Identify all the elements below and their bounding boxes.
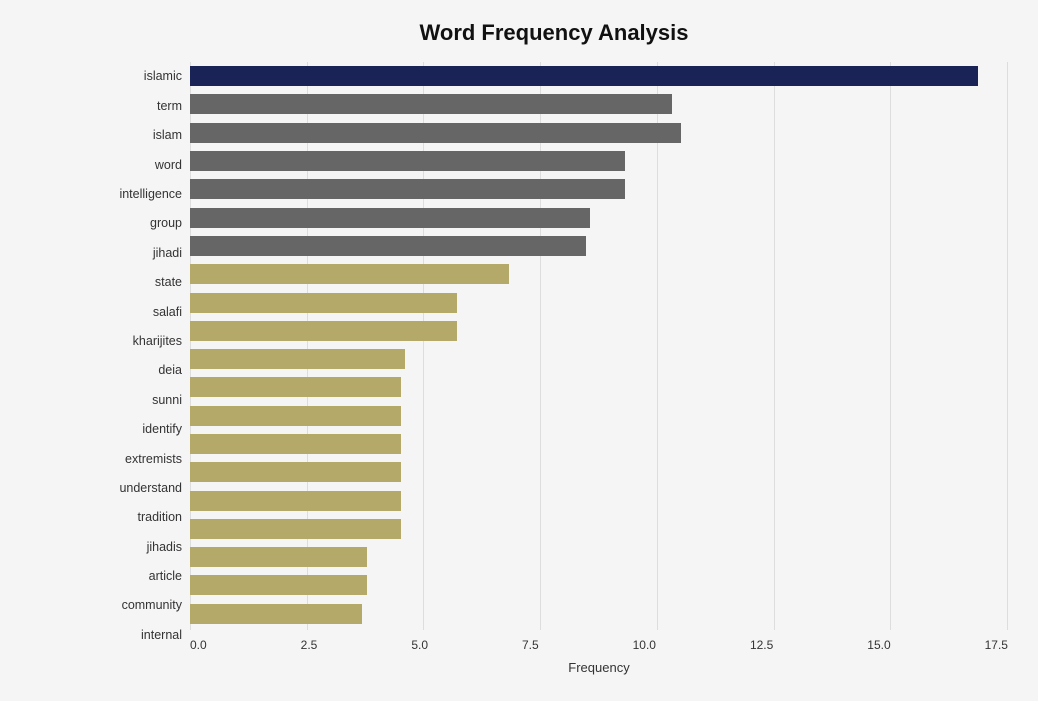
bar-row	[190, 232, 1008, 260]
chart-container: Word Frequency Analysis islamictermislam…	[0, 0, 1038, 701]
bar	[190, 575, 367, 595]
x-tick: 15.0	[867, 638, 890, 652]
y-label: term	[100, 100, 190, 113]
bar-row	[190, 345, 1008, 373]
bar-row	[190, 430, 1008, 458]
bar-row	[190, 90, 1008, 118]
bar	[190, 236, 586, 256]
y-label: state	[100, 276, 190, 289]
bar-row	[190, 62, 1008, 90]
y-label: salafi	[100, 306, 190, 319]
bar-row	[190, 571, 1008, 599]
bar	[190, 264, 509, 284]
bar-row	[190, 458, 1008, 486]
bar	[190, 604, 362, 624]
bar	[190, 293, 457, 313]
x-tick: 2.5	[301, 638, 318, 652]
bar-row	[190, 486, 1008, 514]
bar-row	[190, 402, 1008, 430]
bar	[190, 179, 625, 199]
x-axis-ticks: 0.0 2.5 5.0 7.5 10.0 12.5 15.0 17.5	[190, 632, 1008, 652]
y-label: tradition	[100, 511, 190, 524]
bar-row	[190, 373, 1008, 401]
y-label: islamic	[100, 70, 190, 83]
bar	[190, 406, 401, 426]
bar	[190, 434, 401, 454]
x-tick: 7.5	[522, 638, 539, 652]
bar-row	[190, 203, 1008, 231]
bar	[190, 66, 978, 86]
bar-row	[190, 119, 1008, 147]
bar-row	[190, 288, 1008, 316]
y-label: community	[100, 599, 190, 612]
bars-area: 0.0 2.5 5.0 7.5 10.0 12.5 15.0 17.5	[190, 62, 1008, 652]
bar	[190, 491, 401, 511]
bars-wrapper	[190, 62, 1008, 632]
bar-row	[190, 600, 1008, 628]
bar-row	[190, 543, 1008, 571]
bar	[190, 123, 681, 143]
x-tick: 10.0	[633, 638, 656, 652]
x-tick: 12.5	[750, 638, 773, 652]
y-axis-labels: islamic term islam word intelligence group jih…	[100, 62, 190, 652]
x-tick: 17.5	[985, 638, 1008, 652]
y-label: jihadis	[100, 541, 190, 554]
bar	[190, 462, 401, 482]
x-tick: 0.0	[190, 638, 207, 652]
y-label: word	[100, 159, 190, 172]
bar	[190, 519, 401, 539]
bar	[190, 349, 405, 369]
chart-title: Word Frequency Analysis	[100, 20, 1008, 46]
y-label: internal	[100, 629, 190, 642]
y-label: deia	[100, 364, 190, 377]
bar-row	[190, 515, 1008, 543]
y-label: sunni	[100, 394, 190, 407]
y-label: article	[100, 570, 190, 583]
bar	[190, 321, 457, 341]
y-label: islam	[100, 129, 190, 142]
bar	[190, 208, 590, 228]
y-label: understand	[100, 482, 190, 495]
bar	[190, 377, 401, 397]
y-label: identify	[100, 423, 190, 436]
y-label: jihadi	[100, 247, 190, 260]
bar	[190, 94, 672, 114]
y-label: group	[100, 217, 190, 230]
y-label: intelligence	[100, 188, 190, 201]
bar	[190, 151, 625, 171]
y-label: kharijites	[100, 335, 190, 348]
bar-row	[190, 147, 1008, 175]
bar-row	[190, 317, 1008, 345]
x-axis-label: Frequency	[100, 660, 1008, 675]
bar	[190, 547, 367, 567]
bar-row	[190, 175, 1008, 203]
bar-row	[190, 260, 1008, 288]
y-label: extremists	[100, 453, 190, 466]
x-tick: 5.0	[411, 638, 428, 652]
